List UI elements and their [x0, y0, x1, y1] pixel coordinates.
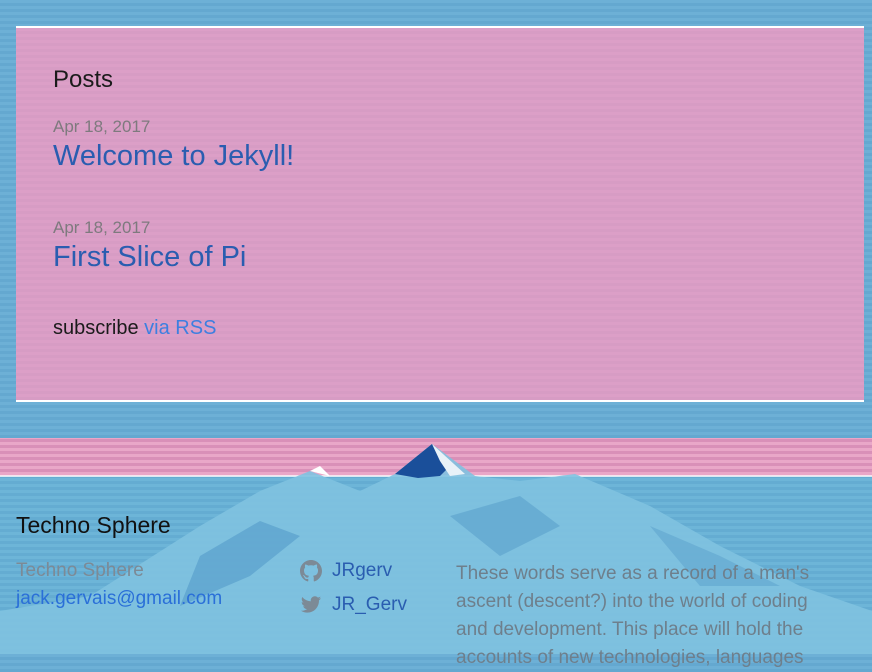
post-link-welcome[interactable]: Welcome to Jekyll!	[53, 140, 294, 173]
posts-heading: Posts	[53, 66, 114, 93]
rss-link[interactable]: via RSS	[144, 317, 216, 339]
twitter-icon	[300, 594, 322, 616]
github-link[interactable]: JRgerv	[300, 560, 392, 582]
subscribe-label: subscribe	[53, 317, 139, 339]
post-date: Apr 18, 2017	[53, 117, 151, 136]
footer-title: Techno Sphere	[16, 512, 171, 538]
subscribe-line: subscribe via RSS	[53, 317, 216, 340]
twitter-username: JR_Gerv	[332, 594, 407, 615]
footer-site-name: Techno Sphere	[16, 560, 144, 581]
posts-panel: Posts Apr 18, 2017 Welcome to Jekyll! Ap…	[16, 26, 864, 402]
twitter-link[interactable]: JR_Gerv	[300, 594, 407, 616]
post-link-first-slice[interactable]: First Slice of Pi	[53, 241, 246, 274]
post-date: Apr 18, 2017	[53, 218, 151, 237]
github-username: JRgerv	[332, 560, 393, 581]
site-description: These words serve as a record of a man's…	[456, 563, 810, 668]
footer-email-link[interactable]: jack.gervais@gmail.com	[16, 588, 222, 610]
github-icon	[300, 560, 322, 582]
